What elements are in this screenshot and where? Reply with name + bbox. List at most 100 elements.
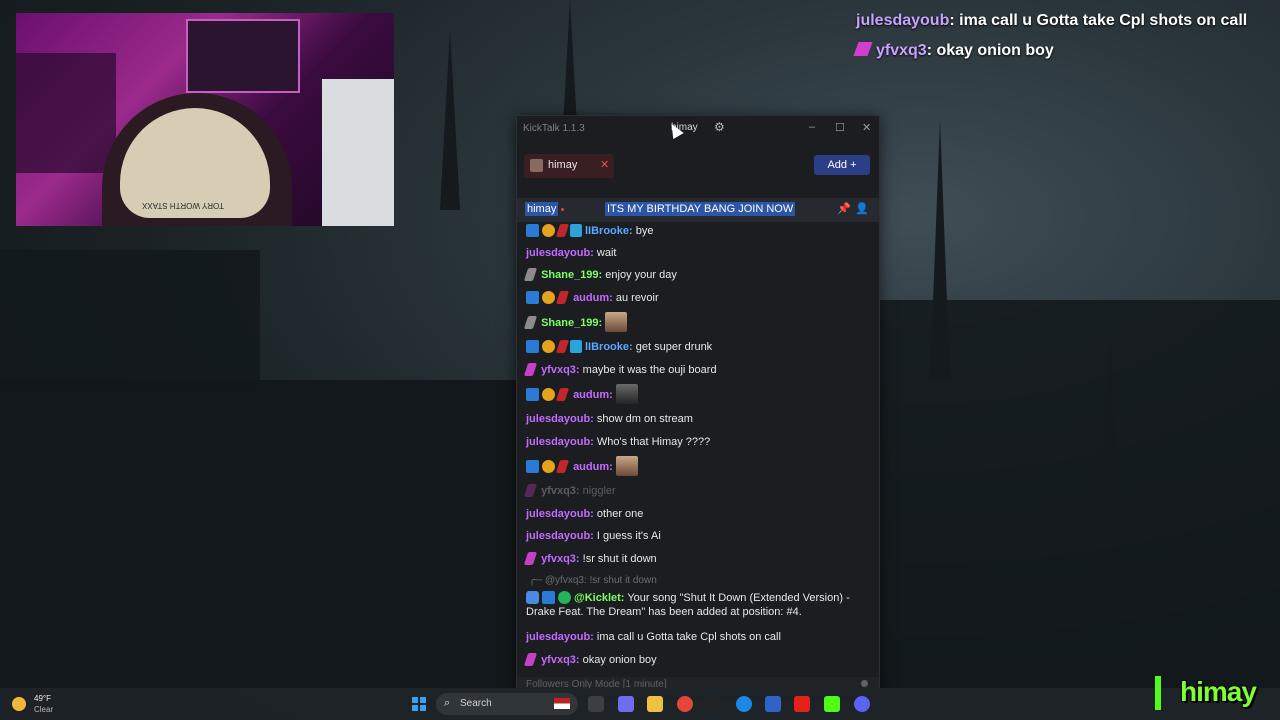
subscriber-badge-icon <box>555 388 570 401</box>
og-badge-icon <box>542 291 555 304</box>
kick-icon[interactable] <box>824 696 840 712</box>
stream-chat-overlay: julesdayoub: ima call u Gotta take Cpl s… <box>852 12 1272 72</box>
overlay-badge-icon <box>853 42 873 56</box>
search-label: Search <box>460 698 492 709</box>
chat-username[interactable]: lIBrooke: <box>585 341 633 353</box>
discord-icon[interactable] <box>854 696 870 712</box>
emote-image <box>605 312 628 332</box>
chrome-icon[interactable] <box>677 696 693 712</box>
chat-text: other one <box>596 508 644 520</box>
reply-preview[interactable]: ╭─ @yfvxq3: !sr shut it down <box>529 574 657 588</box>
chat-message: yfvxq3: maybe it was the ouji board <box>523 363 717 377</box>
cube-badge-icon <box>570 340 582 353</box>
verified-badge-icon <box>558 591 571 604</box>
pin-icon[interactable]: 📌 <box>837 202 851 215</box>
reply-text: @yfvxq3: !sr shut it down <box>544 575 657 586</box>
chat-message: Shane_199: enjoy your day <box>523 268 677 282</box>
minimize-button[interactable]: – <box>809 121 815 133</box>
chat-message: julesdayoub: I guess it's Ai <box>526 529 661 543</box>
search-box[interactable]: ⌕ Search <box>436 693 578 715</box>
title-bar[interactable]: KickTalk 1.1.3 himay ⚙ – ☐ ✕ <box>517 116 879 142</box>
chat-username[interactable]: Shane_199: <box>541 269 602 281</box>
chat-username[interactable]: julesdayoub: <box>526 247 594 259</box>
user-icon[interactable]: 👤 <box>855 202 869 215</box>
chat-username[interactable]: audum: <box>573 389 613 401</box>
close-tab-icon[interactable]: ✕ <box>600 158 609 171</box>
gear-icon[interactable]: ⚙ <box>714 120 725 134</box>
copilot-icon[interactable] <box>618 696 634 712</box>
chat-username[interactable]: lIBrooke: <box>585 225 633 237</box>
settings-dot-icon[interactable] <box>861 680 868 687</box>
chat-messages[interactable]: lIBrooke: bye julesdayoub: wait Shane_19… <box>517 222 879 676</box>
chat-username[interactable]: @Kicklet: <box>574 592 624 604</box>
webcam-poster <box>186 19 300 93</box>
weather-condition[interactable]: Clear <box>34 705 53 714</box>
store-icon[interactable] <box>765 696 781 712</box>
chat-message: julesdayoub: show dm on stream <box>526 412 693 426</box>
subscriber-badge-icon <box>555 340 570 353</box>
chat-username[interactable]: audum: <box>573 292 613 304</box>
spire <box>1100 340 1120 520</box>
close-button[interactable]: ✕ <box>862 121 871 134</box>
webcam-door <box>322 79 394 226</box>
tab-himay[interactable]: himay ✕ <box>524 154 614 178</box>
weather-temp[interactable]: 49°F <box>34 694 51 703</box>
chat-message: yfvxq3: okay onion boy <box>523 653 657 667</box>
chat-username[interactable]: yfvxq3: <box>541 553 580 565</box>
chat-text: Who's that Himay ???? <box>596 436 711 448</box>
task-view-icon[interactable] <box>588 696 604 712</box>
chat-username[interactable]: yfvxq3: <box>541 485 580 497</box>
weather-icon[interactable] <box>12 697 26 711</box>
chat-username[interactable]: julesdayoub: <box>526 530 594 542</box>
edge-icon[interactable] <box>736 696 752 712</box>
chat-username[interactable]: Shane_199: <box>541 317 602 329</box>
chat-message: yfvxq3: !sr shut it down <box>523 552 657 566</box>
subscriber-badge-icon <box>523 363 538 376</box>
kicktalk-window: KickTalk 1.1.3 himay ⚙ – ☐ ✕ himay ✕ Add… <box>516 115 880 694</box>
cathedral-arches <box>0 250 260 390</box>
chat-text: get super drunk <box>635 341 713 353</box>
moderator-badge-icon <box>526 460 539 473</box>
chat-text: wait <box>596 247 617 259</box>
subscriber-badge-icon <box>523 484 538 497</box>
obs-icon[interactable] <box>706 696 722 712</box>
chat-username[interactable]: yfvxq3: <box>541 654 580 666</box>
pinned-username: himay <box>525 202 559 216</box>
chat-text: !sr shut it down <box>582 553 657 565</box>
overlay-username: yfvxq3 <box>876 42 927 59</box>
chat-username[interactable]: julesdayoub: <box>526 413 594 425</box>
chat-message: julesdayoub: Who's that Himay ???? <box>526 435 710 449</box>
chat-username[interactable]: yfvxq3: <box>541 364 580 376</box>
overlay-chat-line: yfvxq3: okay onion boy <box>853 42 1272 60</box>
spire <box>440 30 460 210</box>
subscriber-badge-icon <box>523 316 538 329</box>
chat-username[interactable]: julesdayoub: <box>526 508 594 520</box>
subscriber-badge-icon <box>555 291 570 304</box>
youtube-icon[interactable] <box>794 696 810 712</box>
chat-message: lIBrooke: get super drunk <box>526 340 712 354</box>
chat-message: julesdayoub: wait <box>526 246 616 260</box>
chat-username[interactable]: julesdayoub: <box>526 436 594 448</box>
chat-text: maybe it was the ouji board <box>582 364 717 376</box>
chat-text: au revoir <box>615 292 659 304</box>
chat-message: audum: <box>526 456 638 476</box>
maximize-button[interactable]: ☐ <box>835 121 845 134</box>
pinned-message[interactable]: himay ITS MY BIRTHDAY BANG JOIN NOW 📌 👤 <box>517 198 879 222</box>
chat-message: lIBrooke: bye <box>526 224 654 238</box>
avatar <box>530 159 543 172</box>
webcam-cap-text: TORY WORTH STAXX <box>142 201 224 210</box>
start-button[interactable] <box>412 697 426 711</box>
chat-text: bye <box>635 225 654 237</box>
og-badge-icon <box>542 388 555 401</box>
chat-text: niggler <box>582 485 616 497</box>
streamer-logo: himay <box>1180 676 1257 707</box>
emote-image <box>615 456 638 476</box>
moderator-badge-icon <box>526 388 539 401</box>
chat-username[interactable]: audum: <box>573 461 613 473</box>
chat-message: julesdayoub: other one <box>526 507 643 521</box>
chat-username[interactable]: julesdayoub: <box>526 631 594 643</box>
file-explorer-icon[interactable] <box>647 696 663 712</box>
add-chatroom-button[interactable]: Add + <box>814 155 870 175</box>
subscriber-badge-icon <box>555 224 570 237</box>
search-icon: ⌕ <box>444 697 451 709</box>
